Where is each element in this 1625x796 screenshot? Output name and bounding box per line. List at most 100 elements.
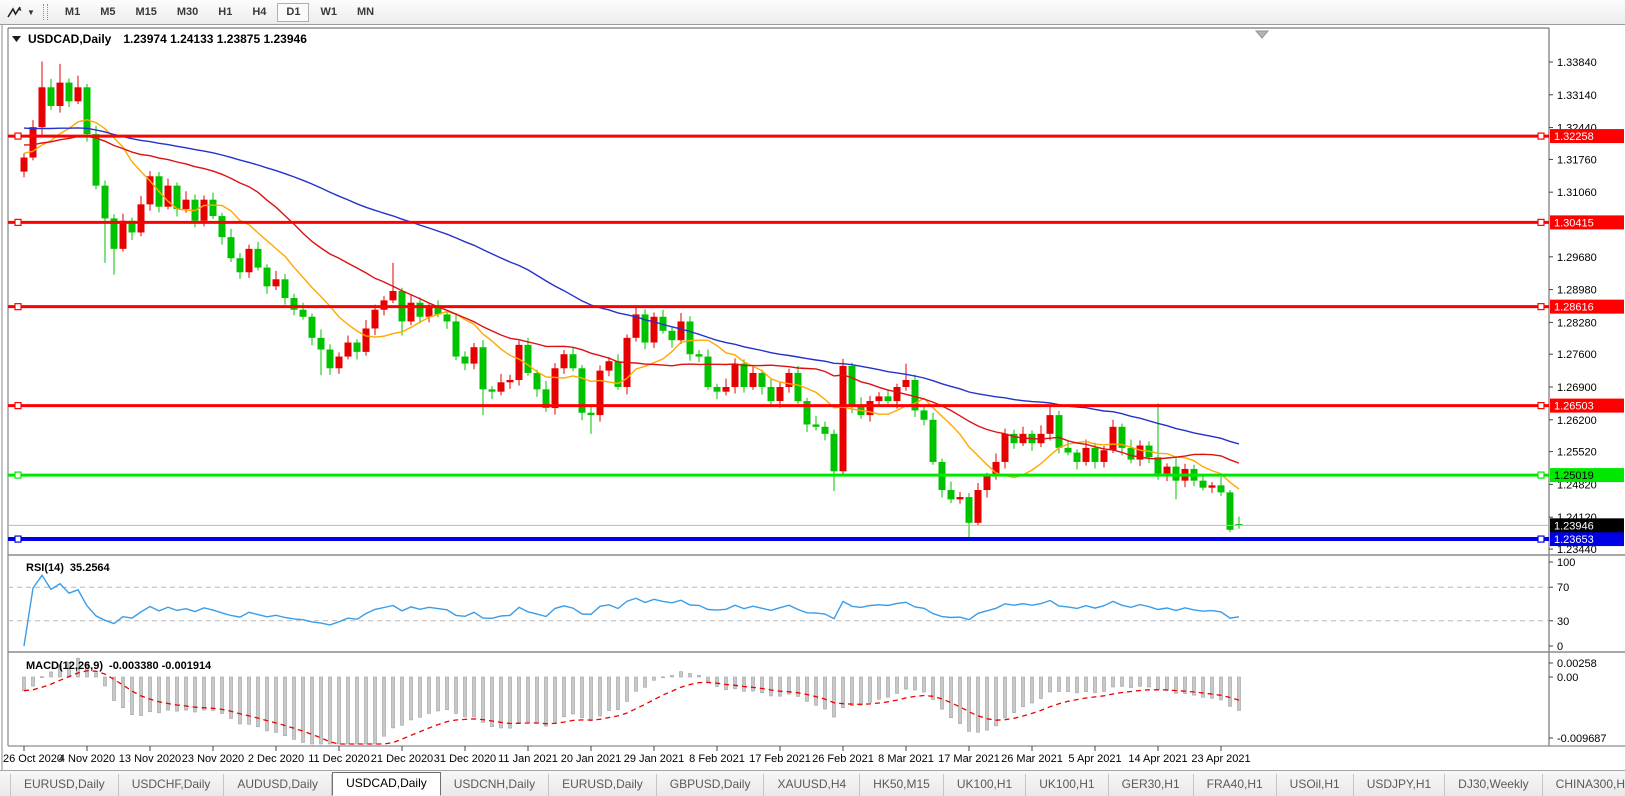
line-handle[interactable] <box>14 132 22 140</box>
x-axis-label: 8 Mar 2021 <box>878 753 934 765</box>
tab-audusd-daily[interactable]: AUDUSD,Daily <box>224 774 333 796</box>
x-axis-label: 11 Jan 2021 <box>498 753 558 765</box>
macd-label: MACD(12,26,9) -0.003380 -0.001914 <box>26 660 212 672</box>
x-axis-label: 11 Dec 2020 <box>308 753 370 765</box>
toolbar: ▼ M1 M5 M15 M30 H1 H4 D1 W1 MN <box>0 0 1625 25</box>
candle <box>596 365 604 422</box>
rsi-scale-label: 70 <box>1557 582 1569 594</box>
x-axis-label: 5 Apr 2021 <box>1068 753 1121 765</box>
timeframe-m15[interactable]: M15 <box>126 3 165 22</box>
price-line-badge-label: 1.28616 <box>1554 302 1594 314</box>
rsi-value: 35.2564 <box>70 562 111 574</box>
tab-gbpusd-daily[interactable]: GBPUSD,Daily <box>657 774 765 796</box>
candle <box>515 340 523 386</box>
timeframe-m1[interactable]: M1 <box>56 3 89 22</box>
timeframe-h4[interactable]: H4 <box>243 3 275 22</box>
tab-dj30-weekly[interactable]: DJ30,Weekly <box>1445 774 1543 796</box>
timeframe-m5[interactable]: M5 <box>91 3 124 22</box>
x-axis-label: 23 Apr 2021 <box>1191 753 1250 765</box>
current-price-label: 1.23946 <box>1554 520 1594 532</box>
y-axis-label: 1.31060 <box>1557 187 1597 199</box>
candle <box>578 364 586 421</box>
price-line-badge-label: 1.25019 <box>1554 470 1594 482</box>
timeframe-d1[interactable]: D1 <box>277 2 310 22</box>
x-axis-label: 14 Apr 2021 <box>1128 753 1187 765</box>
macd-values: -0.003380 -0.001914 <box>109 660 212 672</box>
tab-hk50-m15[interactable]: HK50,M15 <box>860 774 944 796</box>
x-axis-label: 17 Feb 2021 <box>749 753 811 765</box>
candle <box>83 84 91 142</box>
macd-scale-label: -0.009687 <box>1557 733 1607 745</box>
tab-ger30-h1[interactable]: GER30,H1 <box>1109 774 1194 796</box>
price-line-badge-label: 1.32258 <box>1554 131 1594 143</box>
y-axis-label: 1.31760 <box>1557 154 1597 166</box>
tab-uk100-h1[interactable]: UK100,H1 <box>944 774 1027 796</box>
timeframe-toolbar: M1 M5 M15 M30 H1 H4 D1 W1 MN <box>56 2 383 22</box>
timeframe-w1[interactable]: W1 <box>311 3 346 22</box>
x-axis-label: 8 Feb 2021 <box>689 753 745 765</box>
y-axis-label: 1.27600 <box>1557 349 1597 361</box>
tab-usdcad-daily[interactable]: USDCAD,Daily <box>332 772 441 796</box>
x-axis-label: 21 Dec 2020 <box>371 753 433 765</box>
tab-uk100-h1[interactable]: UK100,H1 <box>1026 774 1109 796</box>
x-axis-label: 26 Mar 2021 <box>1001 753 1063 765</box>
line-handle[interactable] <box>1537 132 1545 140</box>
candle <box>623 334 631 395</box>
macd-scale-label: 0.00 <box>1557 672 1578 684</box>
y-axis-label: 1.29680 <box>1557 252 1597 264</box>
x-axis-label: 26 Feb 2021 <box>812 753 874 765</box>
line-handle[interactable] <box>14 218 22 226</box>
x-axis-label: 23 Nov 2020 <box>182 753 244 765</box>
y-axis-label: 1.28980 <box>1557 285 1597 297</box>
tab-usdjpy-h1[interactable]: USDJPY,H1 <box>1354 774 1446 796</box>
x-axis-label: 31 Dec 2020 <box>434 753 496 765</box>
line-handle[interactable] <box>1537 218 1545 226</box>
line-handle[interactable] <box>1537 401 1545 410</box>
symbol-tab-bar: EURUSD,Daily USDCHF,Daily AUDUSD,Daily USDC… <box>0 770 1625 796</box>
price-chart: 1.338401.331401.324401.317601.310601.296… <box>0 25 1625 770</box>
price-line-badge-label: 1.30415 <box>1554 217 1594 229</box>
tab-eurusd-daily[interactable]: EURUSD,Daily <box>10 774 119 796</box>
x-axis-label: 26 Oct 2020 <box>3 753 63 765</box>
timeframe-m30[interactable]: M30 <box>168 3 207 22</box>
y-axis-label: 1.26900 <box>1557 382 1597 394</box>
candle <box>1226 490 1234 533</box>
rsi-scale-label: 100 <box>1557 557 1575 569</box>
line-handle[interactable] <box>14 401 22 410</box>
x-axis-label: 13 Nov 2020 <box>119 753 181 765</box>
chart-cursor-dropdown-icon[interactable]: ▼ <box>27 8 35 17</box>
chart-title-symbol: USDCAD,Daily <box>28 32 112 46</box>
tab-eurusd-daily[interactable]: EURUSD,Daily <box>549 774 657 796</box>
y-axis-label: 1.33140 <box>1557 90 1597 102</box>
rsi-scale-label: 30 <box>1557 616 1569 628</box>
x-axis-label: 20 Jan 2021 <box>561 753 622 765</box>
candle <box>686 316 694 361</box>
tab-usoil-h1[interactable]: USOil,H1 <box>1277 774 1354 796</box>
line-handle[interactable] <box>14 303 22 311</box>
y-axis-label: 1.26200 <box>1557 415 1597 427</box>
x-axis-label: 17 Mar 2021 <box>938 753 1000 765</box>
price-line-badge-label: 1.26503 <box>1554 401 1594 413</box>
timeframe-h1[interactable]: H1 <box>209 3 241 22</box>
price-line-badge-label: 1.23653 <box>1554 534 1594 546</box>
line-handle[interactable] <box>1537 471 1545 479</box>
tab-fra40-h1[interactable]: FRA40,H1 <box>1194 774 1277 796</box>
line-handle[interactable] <box>1537 303 1545 311</box>
tab-usdcnh-daily[interactable]: USDCNH,Daily <box>441 774 550 796</box>
line-handle[interactable] <box>14 535 22 543</box>
y-axis-label: 1.33840 <box>1557 57 1597 69</box>
chart-cursor-icon[interactable] <box>6 5 24 20</box>
x-axis-label: 4 Nov 2020 <box>59 753 115 765</box>
rsi-scale-label: 0 <box>1557 641 1563 653</box>
timeframe-mn[interactable]: MN <box>348 3 383 22</box>
y-axis-label: 1.25520 <box>1557 447 1597 459</box>
mt4-window: ▼ M1 M5 M15 M30 H1 H4 D1 W1 MN 1.33840 1.33140 1.3… <box>0 0 1625 796</box>
candle <box>929 412 937 465</box>
line-handle[interactable] <box>14 471 22 479</box>
tab-china300-h1[interactable]: CHINA300,H1 <box>1543 774 1625 796</box>
tab-usdchf-daily[interactable]: USDCHF,Daily <box>119 774 225 796</box>
tab-xauusd-h4[interactable]: XAUUSD,H4 <box>764 774 861 796</box>
toolbar-grip[interactable] <box>42 4 48 20</box>
chart-title: USDCAD,Daily 1.23974 1.24133 1.23875 1.23… <box>28 32 307 46</box>
line-handle[interactable] <box>1537 535 1545 543</box>
